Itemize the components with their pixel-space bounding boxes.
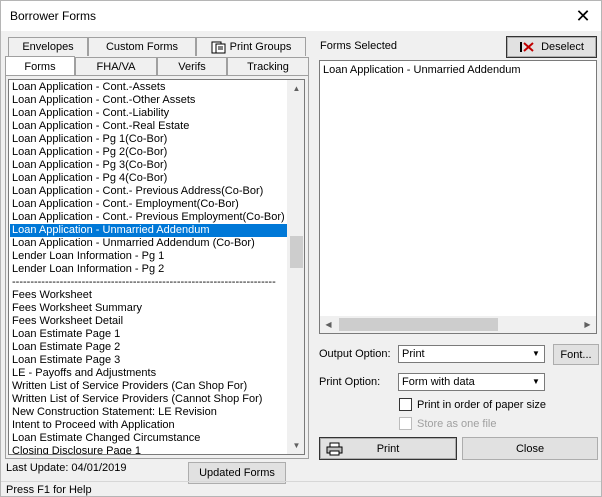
deselect-label: Deselect — [541, 41, 584, 53]
tab-label: Custom Forms — [105, 41, 179, 53]
scroll-left-icon[interactable]: ◀ — [320, 316, 337, 333]
print-groups-icon — [211, 41, 226, 54]
store-one-file-label: Store as one file — [417, 417, 497, 430]
list-item[interactable]: New Construction Statement: LE Revision — [10, 406, 289, 419]
print-option-label: Print Option: — [319, 376, 381, 388]
list-item[interactable]: Loan Application - Pg 2(Co-Bor) — [10, 146, 289, 159]
tab-label: Verifs — [178, 61, 206, 73]
tab-fha-va[interactable]: FHA/VA — [75, 57, 157, 76]
status-help-text: Press F1 for Help — [6, 484, 92, 496]
list-item[interactable]: Written List of Service Providers (Canno… — [10, 393, 289, 406]
tab-forms[interactable]: Forms — [5, 56, 75, 77]
list-item[interactable]: Loan Estimate Page 3 — [10, 354, 289, 367]
list-item[interactable]: Loan Application - Pg 3(Co-Bor) — [10, 159, 289, 172]
close-button[interactable]: Close — [462, 437, 598, 460]
list-item[interactable]: Loan Application - Cont.-Real Estate — [10, 120, 289, 133]
tab-tracking[interactable]: Tracking — [227, 57, 309, 76]
output-option-value: Print — [402, 348, 425, 360]
list-item[interactable]: ----------------------------------------… — [10, 276, 289, 289]
print-option-value: Form with data — [402, 376, 475, 388]
list-item[interactable]: Loan Application - Unmarried Addendum (C… — [10, 237, 289, 250]
tab-envelopes[interactable]: Envelopes — [8, 37, 88, 56]
scroll-right-icon[interactable]: ▶ — [579, 316, 596, 333]
list-item[interactable]: Fees Worksheet Detail — [10, 315, 289, 328]
list-item[interactable]: Closing Disclosure Page 1 — [10, 445, 289, 454]
tab-verifs[interactable]: Verifs — [157, 57, 227, 76]
tab-label: Print Groups — [229, 41, 292, 53]
close-window-button[interactable]: ✕ — [565, 1, 601, 31]
forms-listbox[interactable]: Loan Application - Cont.-Assets Loan Appl… — [8, 79, 305, 455]
chevron-down-icon: ▼ — [532, 349, 540, 358]
paper-order-checkbox[interactable] — [399, 398, 412, 411]
list-item[interactable]: LE - Payoffs and Adjustments — [10, 367, 289, 380]
list-item[interactable]: Loan Estimate Page 1 — [10, 328, 289, 341]
status-divider — [1, 481, 601, 482]
selected-list-item[interactable]: Loan Application - Unmarried Addendum — [323, 64, 521, 77]
forms-list-scrollbar[interactable]: ▲ ▼ — [287, 80, 304, 454]
forms-selected-label: Forms Selected — [320, 40, 398, 52]
paper-order-label: Print in order of paper size — [417, 398, 547, 411]
tab-custom-forms[interactable]: Custom Forms — [88, 37, 196, 56]
list-item[interactable]: Fees Worksheet Summary — [10, 302, 289, 315]
list-item[interactable]: Loan Application - Cont.- Employment(Co-… — [10, 198, 289, 211]
list-item[interactable]: Loan Application - Cont.-Liability — [10, 107, 289, 120]
list-item[interactable]: Written List of Service Providers (Can S… — [10, 380, 289, 393]
list-item[interactable]: Loan Application - Cont.-Assets — [10, 81, 289, 94]
output-option-select[interactable]: Print ▼ — [398, 345, 545, 363]
print-button[interactable]: Print — [319, 437, 457, 460]
list-item[interactable]: Loan Application - Cont.- Previous Addre… — [10, 185, 289, 198]
font-label: Font... — [560, 348, 592, 361]
selected-list: Loan Application - Unmarried Addendum — [323, 64, 521, 77]
window-title: Borrower Forms — [10, 9, 97, 23]
list-item[interactable]: Intent to Proceed with Application — [10, 419, 289, 432]
list-item[interactable]: Loan Estimate Page 2 — [10, 341, 289, 354]
list-item[interactable]: Loan Application - Pg 4(Co-Bor) — [10, 172, 289, 185]
close-icon: ✕ — [575, 5, 591, 26]
title-bar: Borrower Forms ✕ — [1, 1, 601, 31]
scroll-thumb[interactable] — [339, 318, 498, 331]
print-label: Print — [376, 442, 400, 455]
list-item[interactable]: Lender Loan Information - Pg 1 — [10, 250, 289, 263]
print-option-select[interactable]: Form with data ▼ — [398, 373, 545, 391]
tab-label: FHA/VA — [96, 61, 136, 73]
last-update-text: Last Update: 04/01/2019 — [6, 462, 127, 474]
tab-label: Forms — [24, 61, 56, 73]
list-item[interactable]: Lender Loan Information - Pg 2 — [10, 263, 289, 276]
updated-forms-label: Updated Forms — [199, 467, 275, 479]
forms-selected-listbox[interactable]: Loan Application - Unmarried Addendum ◀ … — [319, 60, 597, 334]
deselect-button[interactable]: Deselect — [506, 36, 597, 58]
output-option-label: Output Option: — [319, 348, 391, 360]
printer-icon — [326, 442, 344, 456]
close-label: Close — [515, 442, 545, 455]
selected-hscrollbar[interactable]: ◀ ▶ — [320, 316, 596, 333]
tab-print-groups[interactable]: Print Groups — [196, 37, 306, 56]
list-item[interactable]: Loan Application - Cont.-Other Assets — [10, 94, 289, 107]
borrower-forms-window: Borrower Forms ✕ Envelopes Custom Forms … — [0, 0, 602, 497]
store-one-file-checkbox-row: Store as one file — [399, 417, 497, 430]
tab-label: Envelopes — [22, 41, 74, 53]
scroll-up-icon[interactable]: ▲ — [288, 80, 304, 97]
font-button[interactable]: Font... — [553, 344, 599, 365]
tab-label: Tracking — [247, 61, 289, 73]
list-item[interactable]: Fees Worksheet — [10, 289, 289, 302]
list-item[interactable]: Loan Estimate Changed Circumstance — [10, 432, 289, 445]
paper-order-checkbox-row[interactable]: Print in order of paper size — [399, 398, 546, 411]
list-item[interactable]: Loan Application - Pg 1(Co-Bor) — [10, 133, 289, 146]
list-item[interactable]: Loan Application - Unmarried Addendum — [10, 224, 289, 237]
deselect-icon — [519, 41, 535, 53]
scroll-down-icon[interactable]: ▼ — [288, 437, 304, 454]
scroll-thumb[interactable] — [290, 236, 303, 268]
store-one-file-checkbox — [399, 417, 412, 430]
chevron-down-icon: ▼ — [532, 377, 540, 386]
list-item[interactable]: Loan Application - Cont.- Previous Emplo… — [10, 211, 289, 224]
forms-list: Loan Application - Cont.-Assets Loan Appl… — [10, 81, 289, 454]
